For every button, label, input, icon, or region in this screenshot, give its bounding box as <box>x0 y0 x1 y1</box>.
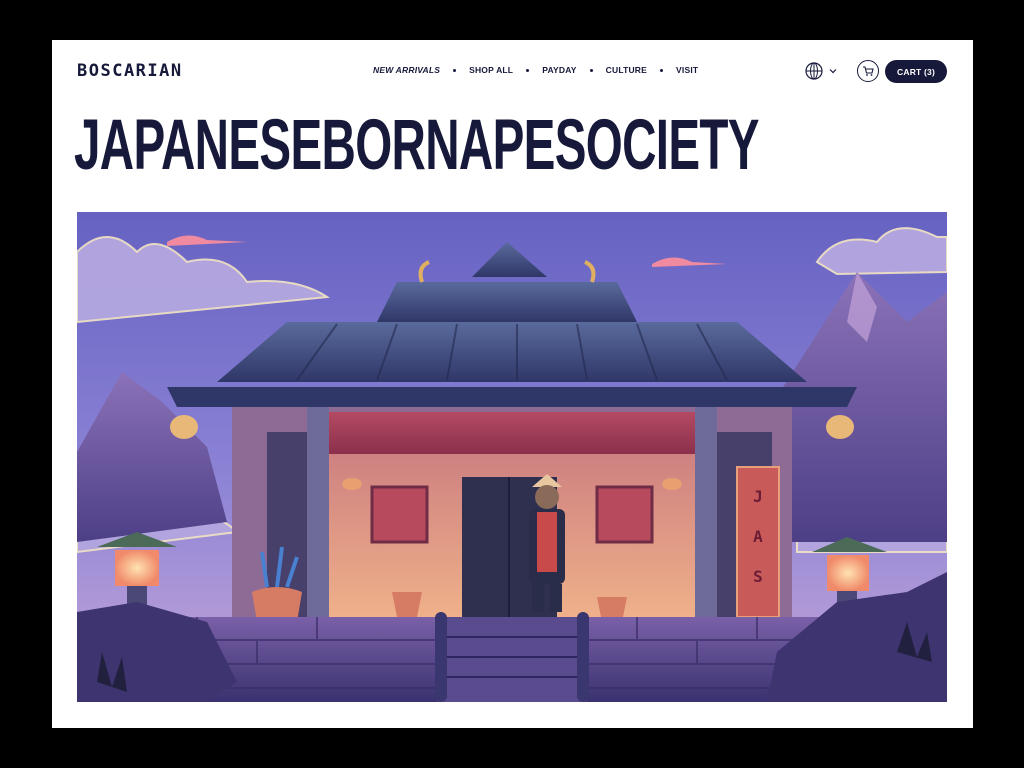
temple-scene: J A S <box>77 212 947 702</box>
nav-payday[interactable]: PAYDAY <box>542 65 576 75</box>
banner-letter: J <box>753 487 763 506</box>
nav-shop-all[interactable]: SHOP ALL <box>469 65 513 75</box>
hero-headline: JAPANESEBORNAPESOCIETY <box>74 106 760 185</box>
main-nav: NEW ARRIVALS SHOP ALL PAYDAY CULTURE VIS… <box>373 65 698 75</box>
nav-separator <box>589 68 593 72</box>
chevron-down-icon <box>829 69 837 74</box>
banner-letter: A <box>753 527 763 546</box>
hero-illustration: J A S <box>77 212 947 702</box>
page-frame: BOSCARIAN NEW ARRIVALS SHOP ALL PAYDAY C… <box>52 40 973 728</box>
cart-icon-button[interactable] <box>857 60 879 82</box>
cart-icon <box>863 66 874 76</box>
nav-separator <box>660 68 664 72</box>
cart-button[interactable]: CART (3) <box>885 60 947 83</box>
language-selector[interactable] <box>805 62 838 80</box>
nav-new-arrivals[interactable]: NEW ARRIVALS <box>373 65 440 75</box>
globe-icon <box>805 62 823 80</box>
banner-letter: S <box>753 567 763 586</box>
nav-culture[interactable]: CULTURE <box>606 65 647 75</box>
brand-logo[interactable]: BOSCARIAN <box>77 61 183 81</box>
nav-separator <box>526 68 530 72</box>
nav-separator <box>453 68 457 72</box>
nav-visit[interactable]: VISIT <box>676 65 698 75</box>
